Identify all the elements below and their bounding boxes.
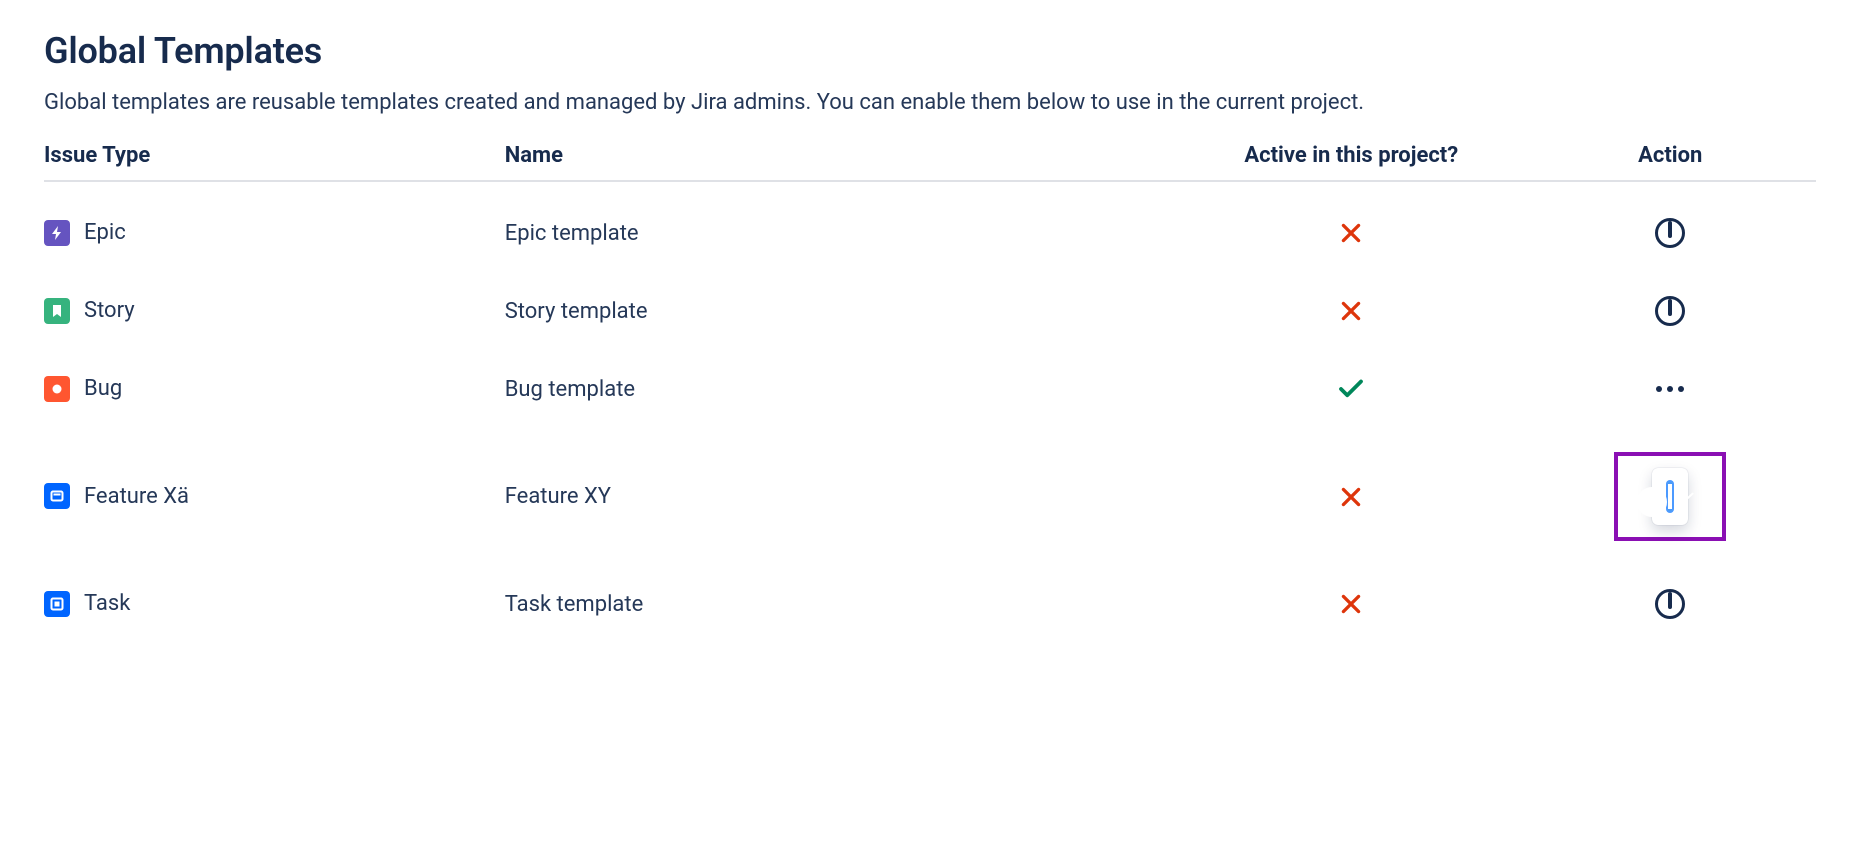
col-header-action: Action xyxy=(1532,143,1816,181)
bug-icon xyxy=(44,376,70,402)
template-name: Bug template xyxy=(505,338,1178,416)
template-name: Epic template xyxy=(505,181,1178,260)
toggle-card xyxy=(1652,468,1688,525)
info-icon[interactable] xyxy=(1655,296,1685,326)
col-header-issue-type: Issue Type xyxy=(44,143,505,181)
check-icon xyxy=(1178,374,1524,404)
issue-type-label: Story xyxy=(84,298,135,323)
issue-type-cell: Story xyxy=(44,298,135,324)
activate-toggle[interactable] xyxy=(1668,482,1672,511)
callout-highlight xyxy=(1614,452,1726,541)
table-row: Story Story template xyxy=(44,260,1816,338)
issue-type-label: Epic xyxy=(84,220,126,245)
table-row: Bug Bug template xyxy=(44,338,1816,416)
info-icon[interactable] xyxy=(1655,218,1685,248)
check-icon xyxy=(1680,489,1696,505)
table-row: Feature Xä Feature XY xyxy=(44,416,1816,553)
feature-icon xyxy=(44,483,70,509)
page-title: Global Templates xyxy=(44,30,1816,72)
cross-icon xyxy=(1178,220,1524,246)
col-header-active: Active in this project? xyxy=(1178,143,1532,181)
cross-icon xyxy=(1178,484,1524,510)
col-header-name: Name xyxy=(505,143,1178,181)
cross-icon xyxy=(1178,298,1524,324)
table-row: Task Task template xyxy=(44,553,1816,631)
task-icon xyxy=(44,591,70,617)
more-actions-icon[interactable] xyxy=(1650,374,1690,404)
issue-type-cell: Epic xyxy=(44,220,126,246)
issue-type-label: Feature Xä xyxy=(84,484,189,509)
issue-type-cell: Task xyxy=(44,591,130,617)
issue-type-cell: Feature Xä xyxy=(44,483,189,509)
issue-type-cell: Bug xyxy=(44,376,122,402)
issue-type-label: Task xyxy=(84,591,130,616)
toggle-knob xyxy=(1637,487,1667,517)
page-description: Global templates are reusable templates … xyxy=(44,90,1816,115)
table-header-row: Issue Type Name Active in this project? … xyxy=(44,143,1816,181)
epic-icon xyxy=(44,220,70,246)
template-name: Story template xyxy=(505,260,1178,338)
table-row: Epic Epic template xyxy=(44,181,1816,260)
cross-icon xyxy=(1178,591,1524,617)
issue-type-label: Bug xyxy=(84,376,122,401)
info-icon[interactable] xyxy=(1655,589,1685,619)
story-icon xyxy=(44,298,70,324)
templates-table: Issue Type Name Active in this project? … xyxy=(44,143,1816,631)
template-name: Feature XY xyxy=(505,416,1178,553)
template-name: Task template xyxy=(505,553,1178,631)
